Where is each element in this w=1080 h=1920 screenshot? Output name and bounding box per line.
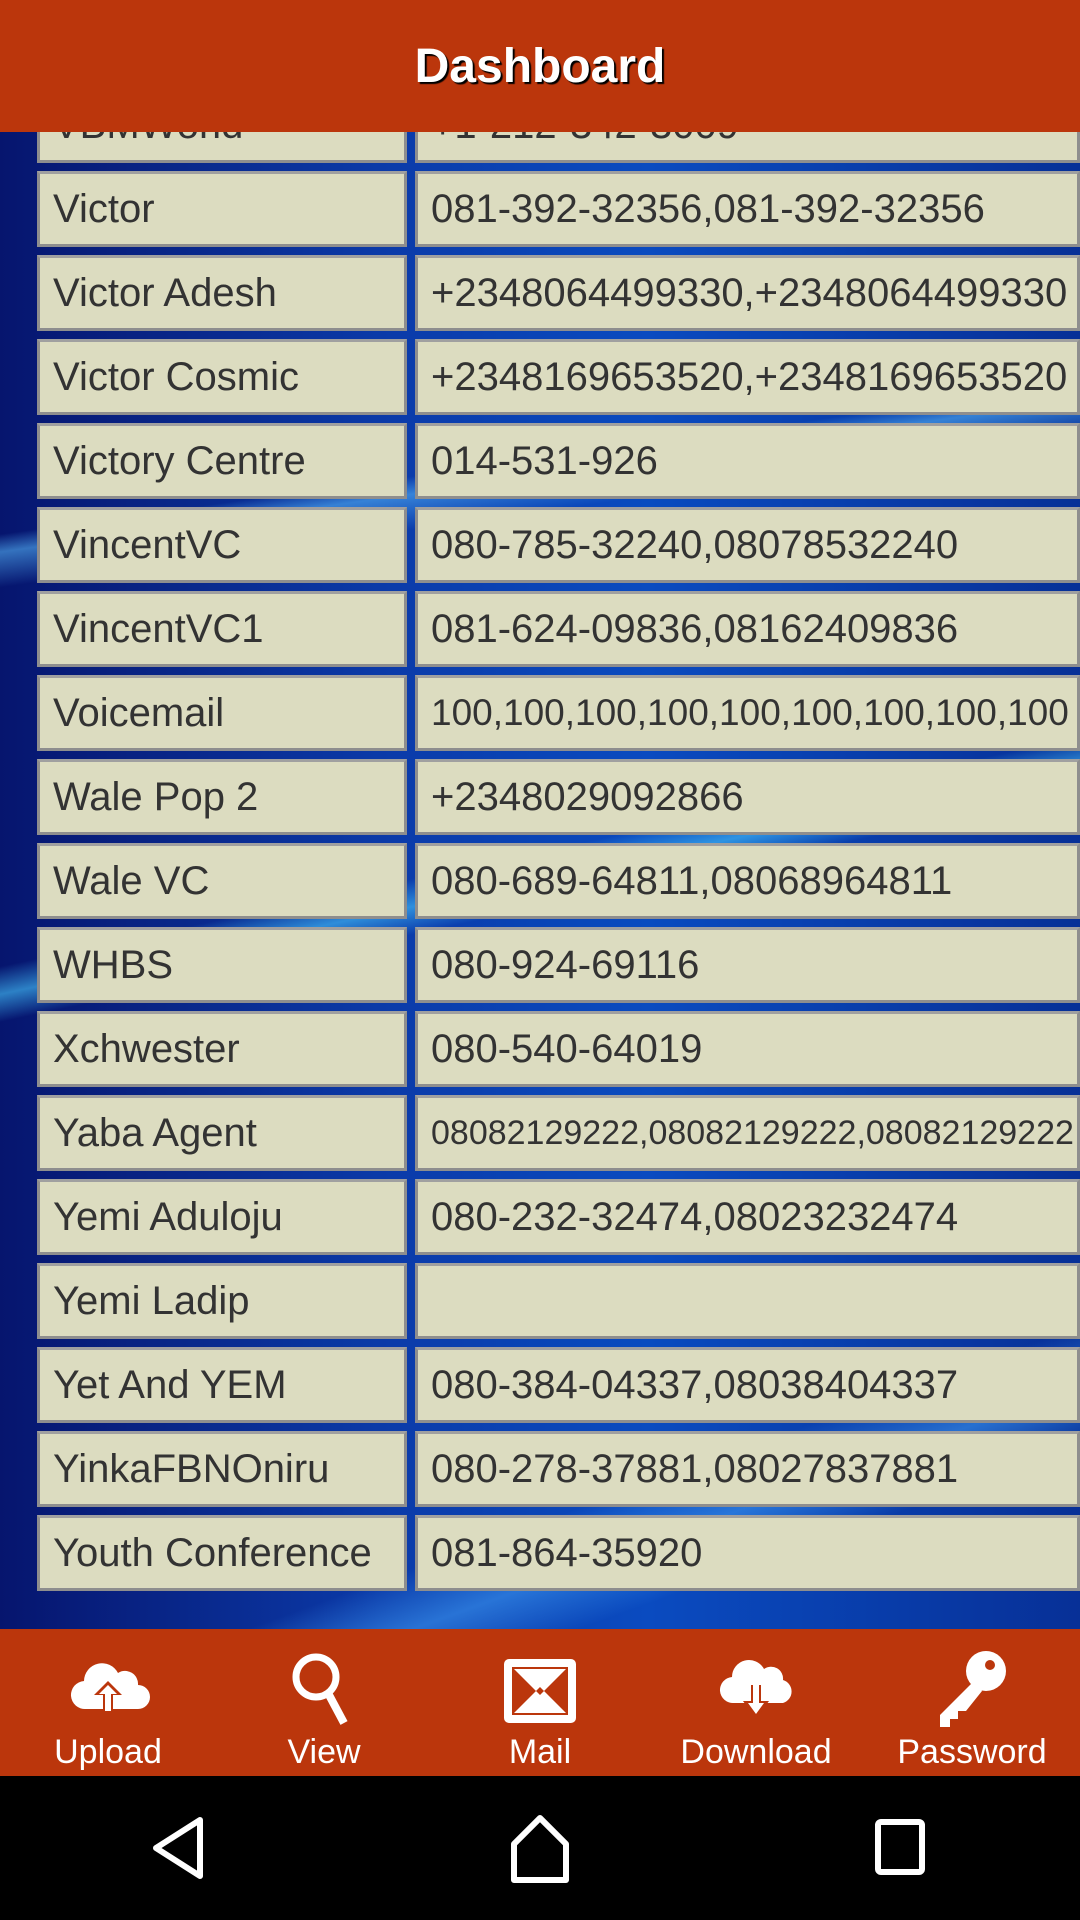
contact-name: Yet And YEM	[37, 1347, 407, 1423]
contact-name: Xchwester	[37, 1011, 407, 1087]
mail-label: Mail	[508, 1733, 572, 1771]
mail-icon	[504, 1659, 576, 1723]
download-button[interactable]: Download	[648, 1629, 864, 1776]
contact-phone: 081-864-35920	[415, 1515, 1080, 1591]
cloud-upload-icon	[70, 1663, 150, 1713]
contact-name: Victory Centre	[37, 423, 407, 499]
bottom-toolbar: Upload View Mail Download Password	[0, 1629, 1080, 1776]
contact-name: Youth Conference	[37, 1515, 407, 1591]
contact-phone: 081-624-09836,08162409836	[415, 591, 1080, 667]
contact-name: Victor Cosmic	[37, 339, 407, 415]
mail-button[interactable]: Mail	[432, 1629, 648, 1776]
table-row[interactable]: Victor 081-392-32356,081-392-32356	[37, 171, 1080, 247]
contact-name: VincentVC	[37, 507, 407, 583]
table-row[interactable]: Yet And YEM 080-384-04337,08038404337	[37, 1347, 1080, 1423]
contact-phone: 08082129222,08082129222,08082129222	[415, 1095, 1080, 1171]
table-row[interactable]: Yemi Aduloju 080-232-32474,08023232474	[37, 1179, 1080, 1255]
contact-phone: 081-392-32356,081-392-32356	[415, 171, 1080, 247]
view-label: View	[287, 1733, 361, 1771]
table-row[interactable]: Youth Conference 081-864-35920	[37, 1515, 1080, 1591]
contact-name: WHBS	[37, 927, 407, 1003]
contact-phone: 080-278-37881,08027837881	[415, 1431, 1080, 1507]
contact-name: Yemi Aduloju	[37, 1179, 407, 1255]
contact-phone	[415, 1263, 1080, 1339]
back-icon[interactable]	[140, 1808, 220, 1888]
table-row[interactable]: Xchwester 080-540-64019	[37, 1011, 1080, 1087]
table-row[interactable]: Wale VC 080-689-64811,08068964811	[37, 843, 1080, 919]
contact-phone: 080-384-04337,08038404337	[415, 1347, 1080, 1423]
home-icon[interactable]	[500, 1808, 580, 1888]
key-icon	[940, 1651, 1006, 1727]
contact-name: Victor Adesh	[37, 255, 407, 331]
contact-phone: 080-232-32474,08023232474	[415, 1179, 1080, 1255]
contact-name: VincentVC1	[37, 591, 407, 667]
contact-phone: 014-531-926	[415, 423, 1080, 499]
password-label: Password	[897, 1733, 1047, 1771]
contact-phone: 080-689-64811,08068964811	[415, 843, 1080, 919]
page-title: Dashboard	[414, 39, 666, 93]
contact-name: YinkaFBNOniru	[37, 1431, 407, 1507]
contact-name: Yemi Ladip	[37, 1263, 407, 1339]
contact-name: Voicemail	[37, 675, 407, 751]
table-row[interactable]: VincentVC 080-785-32240,08078532240	[37, 507, 1080, 583]
contact-phone: +2348169653520,+2348169653520	[415, 339, 1080, 415]
system-nav-bar	[0, 1776, 1080, 1920]
table-row[interactable]: VincentVC1 081-624-09836,08162409836	[37, 591, 1080, 667]
table-row[interactable]: Victor Adesh +2348064499330,+234806449933…	[37, 255, 1080, 331]
contact-name: Yaba Agent	[37, 1095, 407, 1171]
contact-phone: 080-540-64019	[415, 1011, 1080, 1087]
upload-button[interactable]: Upload	[0, 1629, 216, 1776]
password-button[interactable]: Password	[864, 1629, 1080, 1776]
contact-phone: +2348064499330,+2348064499330	[415, 255, 1080, 331]
contact-phone: 100,100,100,100,100,100,100,100,100	[415, 675, 1080, 751]
view-button[interactable]: View	[216, 1629, 432, 1776]
table-row[interactable]: Victory Centre 014-531-926	[37, 423, 1080, 499]
table-row[interactable]: WHBS 080-924-69116	[37, 927, 1080, 1003]
download-label: Download	[680, 1733, 832, 1771]
table-row[interactable]: Victor Cosmic +2348169653520,+23481696535…	[37, 339, 1080, 415]
recents-icon[interactable]	[860, 1808, 940, 1888]
app-header: Dashboard	[0, 0, 1080, 132]
cloud-download-icon	[719, 1660, 792, 1719]
upload-label: Upload	[54, 1733, 162, 1771]
table-row[interactable]: Yemi Ladip	[37, 1263, 1080, 1339]
table-row[interactable]: Yaba Agent 08082129222,08082129222,080821…	[37, 1095, 1080, 1171]
contact-name: Wale VC	[37, 843, 407, 919]
table-row[interactable]: YinkaFBNOniru 080-278-37881,08027837881	[37, 1431, 1080, 1507]
contact-name: Victor	[37, 171, 407, 247]
table-row[interactable]: Voicemail 100,100,100,100,100,100,100,100…	[37, 675, 1080, 751]
table-row[interactable]: Wale Pop 2 +2348029092866	[37, 759, 1080, 835]
search-icon	[292, 1653, 348, 1725]
contact-phone: +2348029092866	[415, 759, 1080, 835]
contact-name: Wale Pop 2	[37, 759, 407, 835]
contact-phone: 080-785-32240,08078532240	[415, 507, 1080, 583]
contact-phone: 080-924-69116	[415, 927, 1080, 1003]
